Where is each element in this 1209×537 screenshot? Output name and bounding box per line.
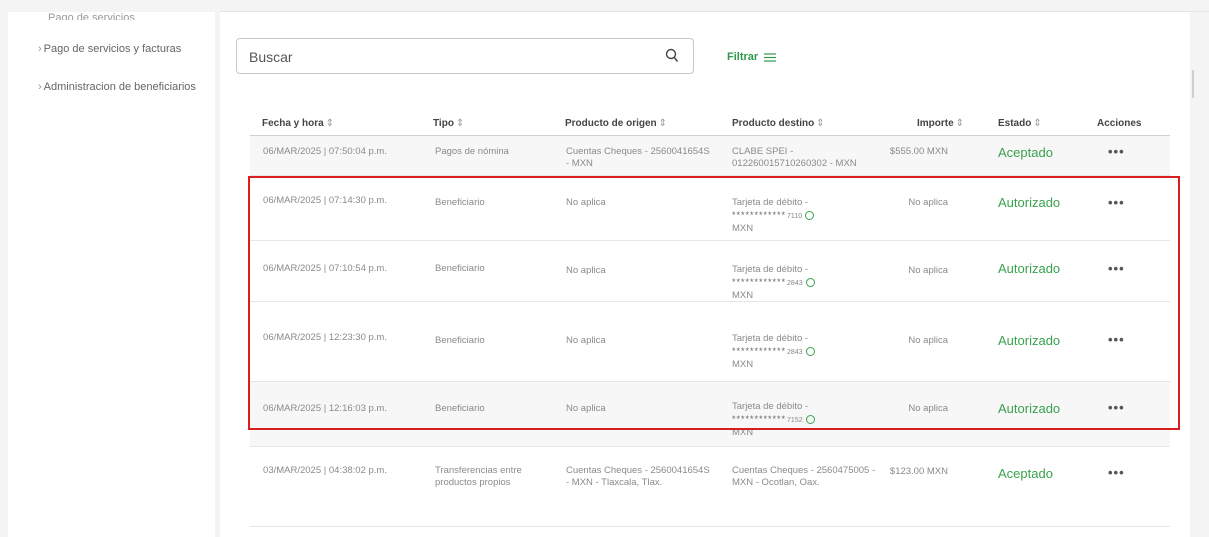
sort-icon: ⇕ (658, 118, 668, 129)
table-row[interactable]: 03/MAR/2025 | 04:38:02 p.m. Transferenci… (250, 447, 1170, 527)
header-origen[interactable]: Producto de origen ⇕ (565, 118, 667, 129)
header-tipo[interactable]: Tipo ⇕ (433, 118, 464, 129)
header-fecha[interactable]: Fecha y hora ⇕ (262, 118, 334, 129)
cell-origen: Cuentas Cheques - 2560041654S - MXN (566, 146, 710, 169)
sort-icon: ⇕ (816, 118, 825, 129)
search-icon[interactable] (665, 48, 679, 64)
status-badge: Aceptado (998, 466, 1053, 481)
more-actions-icon[interactable]: ••• (1108, 145, 1125, 158)
sort-icon: ⇕ (955, 118, 965, 129)
cell-date: 03/MAR/2025 | 04:38:02 p.m. (263, 465, 387, 476)
chevron-right-icon: › (38, 81, 42, 93)
highlight-box (248, 176, 1180, 430)
sidebar-item-cut: Pago de servicios (48, 12, 135, 20)
filter-lines-icon (764, 52, 777, 62)
cell-tipo: Pagos de nómina (435, 146, 509, 157)
filter-button[interactable]: Filtrar (727, 51, 777, 63)
scrollbar-edge[interactable] (1192, 70, 1194, 98)
sort-icon: ⇕ (455, 118, 465, 129)
sidebar-item-label: Pago de servicios y facturas (43, 43, 182, 55)
table-row[interactable]: 06/MAR/2025 | 07:50:04 p.m. Pagos de nóm… (250, 136, 1170, 176)
sidebar-item-label: Administracion de beneficiarios (43, 81, 196, 93)
sort-icon: ⇕ (1033, 118, 1042, 129)
sort-icon: ⇕ (325, 118, 335, 129)
more-actions-icon[interactable]: ••• (1108, 466, 1125, 479)
cell-tipo: Transferencias entre productos propios (435, 465, 522, 488)
filter-label: Filtrar (727, 51, 759, 63)
header-estado[interactable]: Estado ⇕ (998, 118, 1042, 129)
chevron-right-icon: › (38, 43, 42, 55)
app-page: Pago de servicios › Pago de servicios y f… (0, 0, 1209, 537)
search-box[interactable] (236, 38, 694, 74)
search-input[interactable] (249, 48, 649, 66)
status-badge: Aceptado (998, 145, 1053, 160)
sidebar-item-beneficiarios[interactable]: › Administracion de beneficiarios (38, 80, 208, 95)
header-destino[interactable]: Producto destino ⇕ (732, 118, 825, 129)
sidebar-item-pago-servicios[interactable]: › Pago de servicios y facturas (38, 42, 208, 57)
cell-importe: $123.00 MXN (889, 466, 948, 477)
cell-origen: Cuentas Cheques - 2560041654S - MXN - Tl… (566, 465, 710, 488)
cell-importe: $555.00 MXN (889, 146, 948, 157)
header-importe[interactable]: Importe ⇕ (917, 118, 964, 129)
cell-date: 06/MAR/2025 | 07:50:04 p.m. (263, 146, 387, 157)
header-acciones: Acciones (1097, 118, 1142, 129)
